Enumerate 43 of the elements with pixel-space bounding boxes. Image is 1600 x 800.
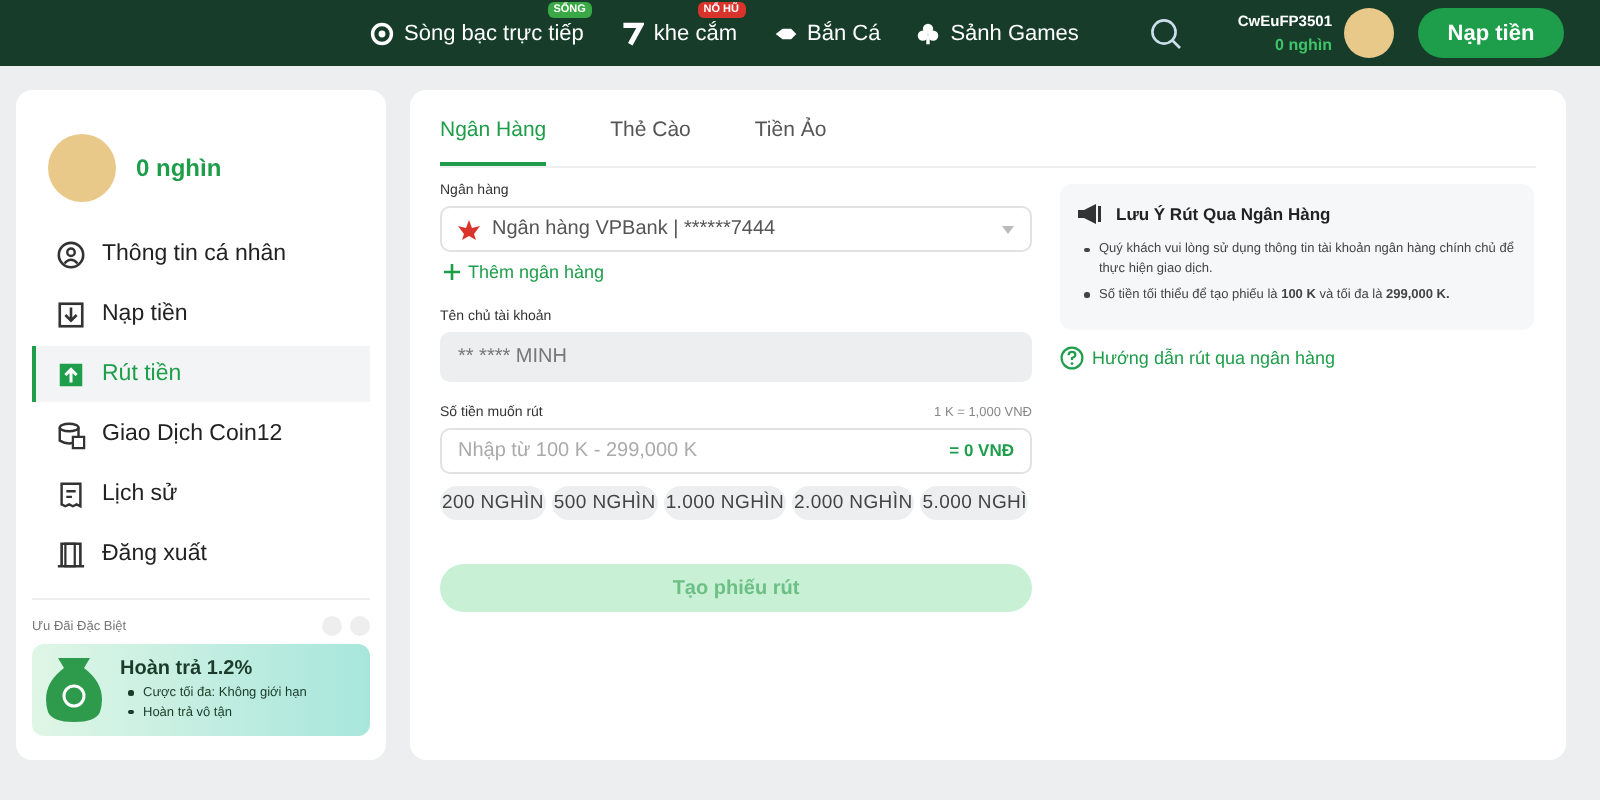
profile-balance: 0 nghìn [136, 154, 222, 182]
nav-link[interactable]: khe cắm [619, 19, 737, 47]
search-icon[interactable] [1149, 17, 1182, 49]
bullet-icon [1084, 292, 1089, 297]
amount-chip[interactable]: 500 NGHÌN [551, 486, 658, 520]
tab[interactable]: Thẻ Cào [610, 118, 691, 166]
account-name-field: ** **** MINH [440, 332, 1032, 382]
header-balance: 0 nghìn [1275, 36, 1332, 54]
avatar[interactable] [1344, 8, 1394, 58]
megaphone-icon [1076, 200, 1104, 228]
nav-link[interactable]: Sảnh Games [916, 19, 1079, 47]
help-icon [1060, 346, 1084, 371]
caret-icon [1002, 225, 1014, 233]
bullet-icon [1084, 247, 1089, 252]
menu-icon [56, 479, 86, 509]
sidebar-item[interactable]: Nạp tiền [32, 286, 370, 342]
sidebar-item[interactable]: Thông tin cá nhân [32, 226, 370, 282]
bullet-icon [128, 709, 133, 714]
nav-link[interactable]: Sòng bạc trực tiếp [370, 19, 584, 47]
amount-chip[interactable]: 200 NGHÌN [440, 486, 546, 520]
help-link[interactable]: Hướng dẫn rút qua ngân hàng [1060, 346, 1336, 371]
bullet-icon [128, 690, 133, 696]
sidebar-item[interactable]: Giao Dịch Coin12 [32, 406, 370, 462]
menu-icon [56, 299, 86, 329]
nav-link[interactable]: Bắn Cá [773, 19, 881, 47]
amount-chip[interactable]: 2.000 NGHÌN [792, 486, 915, 520]
converted-amount: = 0 VNĐ [949, 440, 1014, 460]
notice-title: Lưu Ý Rút Qua Ngân Hàng [1116, 204, 1331, 224]
sidebar-item[interactable]: Đăng xuất [32, 526, 370, 582]
menu-icon [56, 359, 86, 389]
tab[interactable]: Tiền Ảo [754, 118, 827, 166]
add-bank-link[interactable]: Thêm ngân hàng [444, 262, 1032, 282]
bank-select[interactable]: Ngân hàng VPBank | ******7444 [440, 206, 1032, 252]
amount-chip[interactable]: 5.000 NGHÌ [920, 486, 1029, 520]
money-bag-icon [44, 656, 104, 724]
profile-avatar [48, 134, 116, 202]
plus-icon [444, 264, 460, 280]
sidebar-item[interactable]: Lịch sử [32, 466, 370, 522]
promo-heading: Hoàn trả 1.2% [120, 658, 255, 681]
amount-chip[interactable]: 1.000 NGHÌN [663, 486, 787, 520]
menu-icon [56, 239, 86, 269]
menu-icon [56, 419, 86, 449]
menu-icon [56, 539, 86, 569]
